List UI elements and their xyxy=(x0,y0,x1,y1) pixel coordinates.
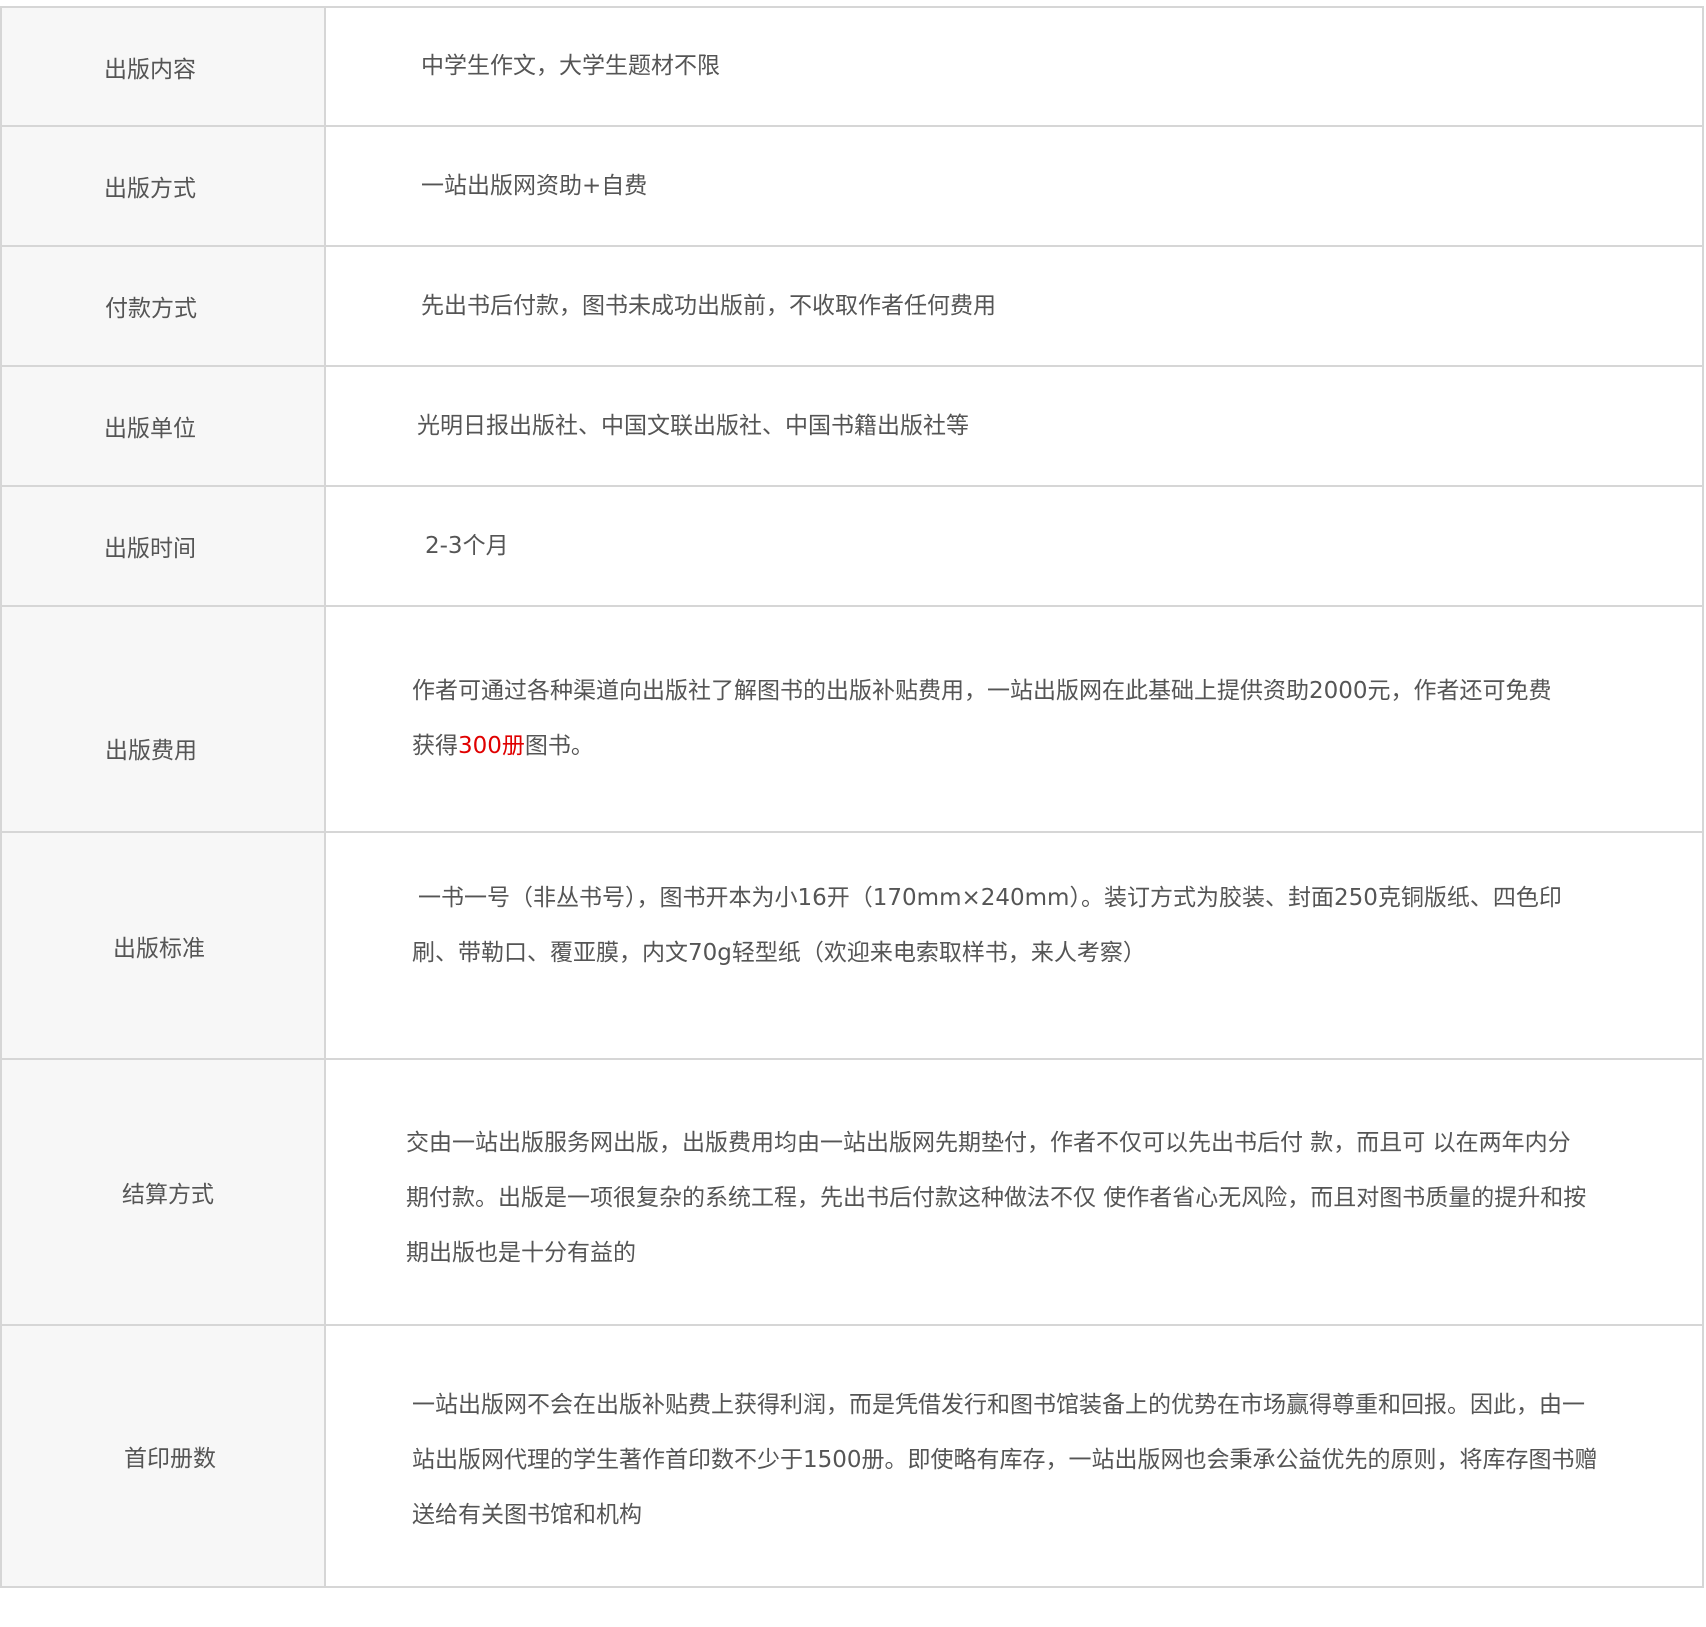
row-label: 出版标准 xyxy=(2,833,326,1058)
value-text: 中学生作文，大学生题材不限 xyxy=(421,53,720,79)
value-text: 交由一站出版服务网出版，出版费用均由一站出版网先期垫付，作者不仅可以先出书后付 … xyxy=(406,1116,1586,1281)
row-value: 2-3个月 xyxy=(326,487,1704,605)
row-value: 一站出版网不会在出版补贴费上获得利润，而是凭借发行和图书馆装备上的优势在市场赢得… xyxy=(326,1326,1704,1586)
row-label: 出版费用 xyxy=(2,607,326,831)
table-row: 出版内容 中学生作文，大学生题材不限 xyxy=(2,8,1704,127)
value-line: 一书一号（非丛书号），图书开本为小16开（170mm×240mm）。装订方式为胶… xyxy=(418,885,1562,911)
label-text: 付款方式 xyxy=(105,296,197,322)
row-label: 出版内容 xyxy=(2,8,326,125)
value-line: 刷、带勒口、覆亚膜，内文70g轻型纸（欢迎来电索取样书，来人考察） xyxy=(412,940,1146,966)
value-text: 先出书后付款，图书未成功出版前，不收取作者任何费用 xyxy=(421,292,996,319)
row-label: 出版方式 xyxy=(2,127,326,245)
value-text: 一站出版网不会在出版补贴费上获得利润，而是凭借发行和图书馆装备上的优势在市场赢得… xyxy=(412,1378,1598,1543)
row-value: 作者可通过各种渠道向出版社了解图书的出版补贴费用，一站出版网在此基础上提供资助2… xyxy=(326,607,1704,831)
label-text: 出版单位 xyxy=(104,416,196,442)
row-value: 先出书后付款，图书未成功出版前，不收取作者任何费用 xyxy=(326,247,1704,365)
row-label: 出版时间 xyxy=(2,487,326,605)
row-value: 交由一站出版服务网出版，出版费用均由一站出版网先期垫付，作者不仅可以先出书后付 … xyxy=(326,1060,1704,1324)
table-row: 出版标准 一书一号（非丛书号），图书开本为小16开（170mm×240mm）。装… xyxy=(2,833,1704,1060)
table-row: 结算方式 交由一站出版服务网出版，出版费用均由一站出版网先期垫付，作者不仅可以先… xyxy=(2,1060,1704,1326)
table-row: 出版费用 作者可通过各种渠道向出版社了解图书的出版补贴费用，一站出版网在此基础上… xyxy=(2,607,1704,833)
value-post: 图书。 xyxy=(524,733,594,759)
row-value: 光明日报出版社、中国文联出版社、中国书籍出版社等 xyxy=(326,367,1704,485)
label-text: 出版标准 xyxy=(113,935,205,962)
value-line: 站出版网代理的学生著作首印数不少于1500册。即使略有库存，一站出版网也会秉承公… xyxy=(412,1447,1598,1473)
value-line: 交由一站出版服务网出版，出版费用均由一站出版网先期垫付，作者不仅可以先出书后付 … xyxy=(406,1130,1571,1156)
value-line: 送给有关图书馆和机构 xyxy=(412,1502,642,1528)
label-text: 结算方式 xyxy=(122,1182,214,1208)
table-row: 出版时间 2-3个月 xyxy=(2,487,1704,607)
row-label: 付款方式 xyxy=(2,247,326,365)
table-row: 首印册数 一站出版网不会在出版补贴费上获得利润，而是凭借发行和图书馆装备上的优势… xyxy=(2,1326,1704,1588)
value-line: 一站出版网不会在出版补贴费上获得利润，而是凭借发行和图书馆装备上的优势在市场赢得… xyxy=(412,1392,1585,1418)
table-row: 付款方式 先出书后付款，图书未成功出版前，不收取作者任何费用 xyxy=(2,247,1704,367)
table-row: 出版单位 光明日报出版社、中国文联出版社、中国书籍出版社等 xyxy=(2,367,1704,487)
table-row: 出版方式 一站出版网资助+自费 xyxy=(2,127,1704,247)
label-text: 出版时间 xyxy=(104,536,196,562)
label-text: 出版内容 xyxy=(104,56,196,83)
value-line: 作者可通过各种渠道向出版社了解图书的出版补贴费用，一站出版网在此基础上提供资助2… xyxy=(412,678,1552,704)
row-value: 一书一号（非丛书号），图书开本为小16开（170mm×240mm）。装订方式为胶… xyxy=(326,833,1704,1058)
row-label: 出版单位 xyxy=(2,367,326,485)
value-line: 期付款。出版是一项很复杂的系统工程，先出书后付款这种做法不仅 使作者省心无风险，… xyxy=(406,1185,1587,1211)
value-pre: 获得 xyxy=(412,733,458,759)
row-label: 首印册数 xyxy=(2,1326,326,1586)
label-text: 出版费用 xyxy=(105,738,197,764)
row-label: 结算方式 xyxy=(2,1060,326,1324)
highlight-text: 300册 xyxy=(458,733,525,759)
label-text: 出版方式 xyxy=(104,176,196,202)
value-text: 2-3个月 xyxy=(425,532,509,559)
row-value: 一站出版网资助+自费 xyxy=(326,127,1704,245)
publishing-info-table: 出版内容 中学生作文，大学生题材不限 出版方式 一站出版网资助+自费 付款方式 … xyxy=(0,6,1704,1588)
value-text: 作者可通过各种渠道向出版社了解图书的出版补贴费用，一站出版网在此基础上提供资助2… xyxy=(412,664,1552,774)
value-text: 一站出版网资助+自费 xyxy=(421,172,648,199)
value-line: 期出版也是十分有益的 xyxy=(406,1240,636,1266)
row-value: 中学生作文，大学生题材不限 xyxy=(326,8,1704,125)
label-text: 首印册数 xyxy=(124,1446,216,1472)
value-line: 获得300册图书。 xyxy=(412,719,1552,774)
value-text: 光明日报出版社、中国文联出版社、中国书籍出版社等 xyxy=(417,412,969,439)
value-text: 一书一号（非丛书号），图书开本为小16开（170mm×240mm）。装订方式为胶… xyxy=(412,871,1562,981)
